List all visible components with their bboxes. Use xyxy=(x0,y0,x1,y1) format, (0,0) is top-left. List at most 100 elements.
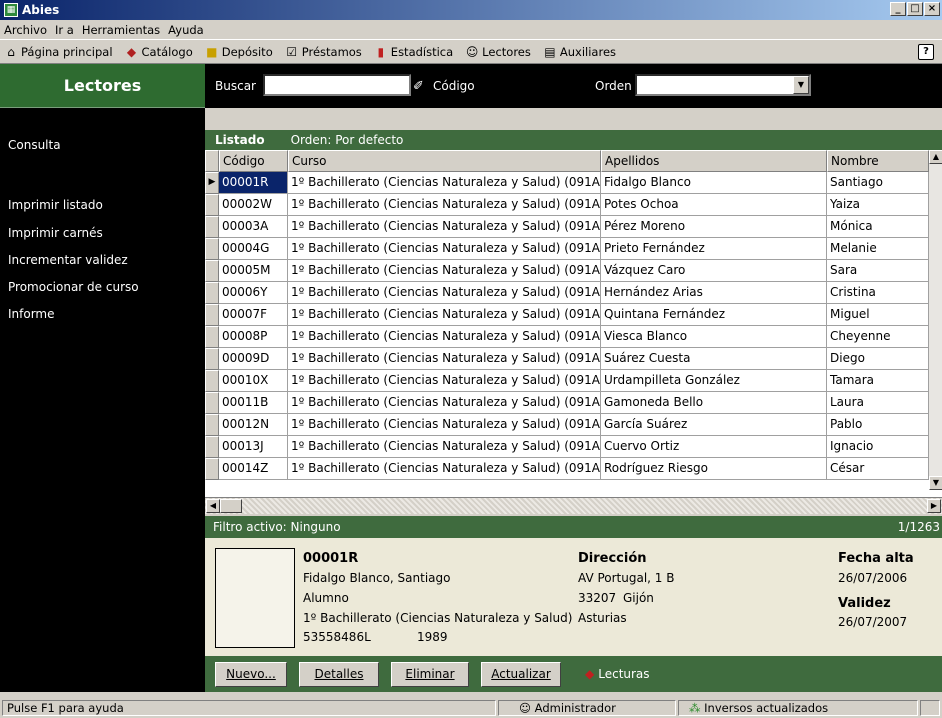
toolbar-deposito[interactable]: ■ Depósito xyxy=(205,45,273,59)
cell-nombre[interactable]: Mónica xyxy=(827,216,929,238)
cell-curso[interactable]: 1º Bachillerato (Ciencias Naturaleza y S… xyxy=(288,414,601,436)
menu-archivo[interactable]: Archivo xyxy=(4,23,47,37)
cell-nombre[interactable]: Santiago xyxy=(827,172,929,194)
nuevo-button[interactable]: Nuevo... xyxy=(215,661,287,687)
toolbar-lectores[interactable]: ☺ Lectores xyxy=(465,45,531,59)
cell-apellidos[interactable]: Quintana Fernández xyxy=(601,304,827,326)
cell-codigo[interactable]: 00007F xyxy=(219,304,288,326)
scroll-thumb[interactable] xyxy=(220,499,242,513)
scroll-down-icon[interactable]: ▼ xyxy=(929,476,942,490)
cell-curso[interactable]: 1º Bachillerato (Ciencias Naturaleza y S… xyxy=(288,458,601,480)
cell-nombre[interactable]: Pablo xyxy=(827,414,929,436)
table-row[interactable]: 00010X 1º Bachillerato (Ciencias Naturale… xyxy=(205,370,942,392)
table-row[interactable]: 00003A 1º Bachillerato (Ciencias Naturale… xyxy=(205,216,942,238)
table-row[interactable]: 00014Z 1º Bachillerato (Ciencias Naturale… xyxy=(205,458,942,480)
detalles-button[interactable]: Detalles xyxy=(299,661,379,687)
cell-codigo[interactable]: 00003A xyxy=(219,216,288,238)
table-row[interactable]: 00013J 1º Bachillerato (Ciencias Naturale… xyxy=(205,436,942,458)
cell-apellidos[interactable]: Potes Ochoa xyxy=(601,194,827,216)
cell-curso[interactable]: 1º Bachillerato (Ciencias Naturaleza y S… xyxy=(288,370,601,392)
cell-apellidos[interactable]: García Suárez xyxy=(601,414,827,436)
cell-apellidos[interactable]: Vázquez Caro xyxy=(601,260,827,282)
menu-ayuda[interactable]: Ayuda xyxy=(168,23,204,37)
cell-nombre[interactable]: Miguel xyxy=(827,304,929,326)
sidebar-item-imprimir-carnes[interactable]: Imprimir carnés xyxy=(8,226,103,240)
sidebar-item-incrementar-validez[interactable]: Incrementar validez xyxy=(8,253,128,267)
cell-nombre[interactable]: Laura xyxy=(827,392,929,414)
cell-codigo[interactable]: 00002W xyxy=(219,194,288,216)
toolbar-pagina-principal[interactable]: ⌂ Página principal xyxy=(4,45,112,59)
row-selector[interactable] xyxy=(205,216,219,238)
column-header-apellidos[interactable]: Apellidos xyxy=(601,150,827,172)
scroll-up-icon[interactable]: ▲ xyxy=(929,150,942,164)
cell-nombre[interactable]: Yaiza xyxy=(827,194,929,216)
cell-apellidos[interactable]: Pérez Moreno xyxy=(601,216,827,238)
cell-nombre[interactable]: César xyxy=(827,458,929,480)
cell-curso[interactable]: 1º Bachillerato (Ciencias Naturaleza y S… xyxy=(288,392,601,414)
scroll-right-icon[interactable]: ▶ xyxy=(927,499,941,513)
actualizar-button[interactable]: Actualizar xyxy=(481,661,561,687)
cell-codigo[interactable]: 00001R xyxy=(219,172,288,194)
sidebar-item-consulta[interactable]: Consulta xyxy=(8,138,61,152)
cell-curso[interactable]: 1º Bachillerato (Ciencias Naturaleza y S… xyxy=(288,260,601,282)
cell-codigo[interactable]: 00010X xyxy=(219,370,288,392)
row-selector[interactable] xyxy=(205,194,219,216)
cell-codigo[interactable]: 00008P xyxy=(219,326,288,348)
sidebar-item-imprimir-listado[interactable]: Imprimir listado xyxy=(8,198,103,212)
cell-apellidos[interactable]: Fidalgo Blanco xyxy=(601,172,827,194)
toolbar-auxiliares[interactable]: ▤ Auxiliares xyxy=(543,45,616,59)
eraser-icon[interactable]: ✐ xyxy=(413,79,424,94)
cell-curso[interactable]: 1º Bachillerato (Ciencias Naturaleza y S… xyxy=(288,304,601,326)
horizontal-scrollbar[interactable]: ◀ ▶ xyxy=(205,497,942,514)
scroll-left-icon[interactable]: ◀ xyxy=(206,499,220,513)
cell-apellidos[interactable]: Rodríguez Riesgo xyxy=(601,458,827,480)
cell-codigo[interactable]: 00004G xyxy=(219,238,288,260)
cell-nombre[interactable]: Ignacio xyxy=(827,436,929,458)
cell-nombre[interactable]: Melanie xyxy=(827,238,929,260)
menu-ir-a[interactable]: Ir a xyxy=(55,23,74,37)
row-selector[interactable] xyxy=(205,458,219,480)
table-row[interactable]: 00005M 1º Bachillerato (Ciencias Naturale… xyxy=(205,260,942,282)
cell-curso[interactable]: 1º Bachillerato (Ciencias Naturaleza y S… xyxy=(288,436,601,458)
cell-nombre[interactable]: Sara xyxy=(827,260,929,282)
row-selector[interactable] xyxy=(205,370,219,392)
row-selector[interactable] xyxy=(205,326,219,348)
column-header-curso[interactable]: Curso xyxy=(288,150,601,172)
cell-codigo[interactable]: 00011B xyxy=(219,392,288,414)
cell-apellidos[interactable]: Viesca Blanco xyxy=(601,326,827,348)
row-selector[interactable] xyxy=(205,282,219,304)
cell-curso[interactable]: 1º Bachillerato (Ciencias Naturaleza y S… xyxy=(288,172,601,194)
minimize-button[interactable]: _ xyxy=(890,2,906,16)
cell-codigo[interactable]: 00005M xyxy=(219,260,288,282)
column-header-codigo[interactable]: Código xyxy=(219,150,288,172)
cell-curso[interactable]: 1º Bachillerato (Ciencias Naturaleza y S… xyxy=(288,282,601,304)
toolbar-estadistica[interactable]: ▮ Estadística xyxy=(374,45,453,59)
table-row[interactable]: 00008P 1º Bachillerato (Ciencias Naturale… xyxy=(205,326,942,348)
row-selector[interactable] xyxy=(205,414,219,436)
close-button[interactable]: × xyxy=(924,2,940,16)
table-row[interactable]: 00004G 1º Bachillerato (Ciencias Naturale… xyxy=(205,238,942,260)
cell-nombre[interactable]: Diego xyxy=(827,348,929,370)
table-row[interactable]: 00006Y 1º Bachillerato (Ciencias Naturale… xyxy=(205,282,942,304)
row-selector[interactable] xyxy=(205,392,219,414)
cell-curso[interactable]: 1º Bachillerato (Ciencias Naturaleza y S… xyxy=(288,194,601,216)
eliminar-button[interactable]: Eliminar xyxy=(391,661,469,687)
row-selector[interactable] xyxy=(205,238,219,260)
cell-curso[interactable]: 1º Bachillerato (Ciencias Naturaleza y S… xyxy=(288,216,601,238)
sidebar-item-informe[interactable]: Informe xyxy=(8,307,55,321)
cell-codigo[interactable]: 00014Z xyxy=(219,458,288,480)
toolbar-prestamos[interactable]: ☑ Préstamos xyxy=(285,45,361,59)
cell-nombre[interactable]: Cristina xyxy=(827,282,929,304)
cell-curso[interactable]: 1º Bachillerato (Ciencias Naturaleza y S… xyxy=(288,348,601,370)
row-selector[interactable] xyxy=(205,260,219,282)
toolbar-catalogo[interactable]: ◆ Catálogo xyxy=(125,45,193,59)
cell-apellidos[interactable]: Gamoneda Bello xyxy=(601,392,827,414)
cell-apellidos[interactable]: Hernández Arias xyxy=(601,282,827,304)
row-selector[interactable] xyxy=(205,436,219,458)
row-selector[interactable] xyxy=(205,304,219,326)
table-row[interactable]: ▶ 00001R 1º Bachillerato (Ciencias Natural… xyxy=(205,172,942,194)
maximize-button[interactable]: □ xyxy=(907,2,923,16)
cell-codigo[interactable]: 00013J xyxy=(219,436,288,458)
cell-apellidos[interactable]: Urdampilleta González xyxy=(601,370,827,392)
cell-curso[interactable]: 1º Bachillerato (Ciencias Naturaleza y S… xyxy=(288,238,601,260)
